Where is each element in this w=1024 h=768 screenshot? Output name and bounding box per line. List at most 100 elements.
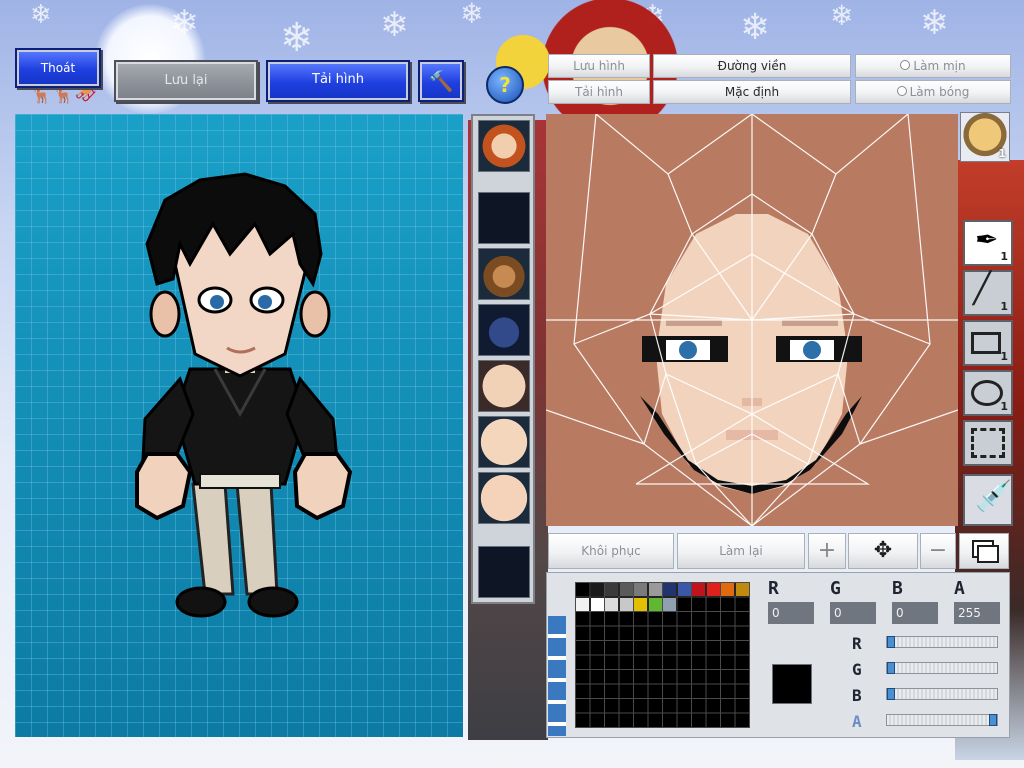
face-editor-canvas[interactable] [546, 114, 958, 526]
green-slider-handle[interactable] [887, 662, 895, 674]
color-swatch[interactable] [677, 583, 691, 596]
rectangle-tool-count: 1 [1000, 350, 1008, 363]
eyedropper-tool-button[interactable]: 💉 [963, 474, 1013, 526]
color-swatch[interactable] [735, 583, 749, 596]
thumbnail-hair[interactable] [478, 120, 530, 172]
snowflake-icon: ❄ [30, 0, 52, 30]
color-swatch[interactable] [619, 583, 633, 596]
red-channel-label: R [768, 578, 779, 599]
snowflake-icon: ❄ [460, 0, 484, 30]
ellipse-icon [971, 380, 1003, 406]
color-swatch[interactable] [706, 583, 720, 596]
color-swatch[interactable] [590, 597, 604, 611]
shine-button[interactable]: Làm bóng [855, 80, 1011, 104]
thumbnail-mask[interactable] [478, 248, 530, 300]
ellipse-tool-count: 1 [1000, 400, 1008, 413]
exit-button[interactable]: Thoát [15, 48, 101, 88]
radio-icon [900, 60, 911, 70]
hammer-button[interactable]: 🔨 [418, 60, 464, 102]
reload-button[interactable]: Tải hình [266, 60, 410, 102]
zoom-in-button[interactable]: + [808, 533, 846, 569]
blue-slider[interactable] [886, 688, 998, 700]
green-channel-label: G [830, 578, 841, 599]
color-swatch[interactable] [605, 583, 618, 596]
red-slider-handle[interactable] [887, 636, 895, 648]
color-swatch-grid[interactable] [575, 582, 750, 728]
help-icon: ? [499, 73, 511, 97]
color-swatch[interactable] [576, 583, 589, 596]
green-slider[interactable] [886, 662, 998, 674]
thumbnail-empty[interactable] [478, 546, 530, 598]
part-thumbnail-strip [471, 114, 535, 604]
ellipse-tool-button[interactable]: 1 [963, 370, 1013, 416]
face-texture-drawing [546, 114, 958, 526]
red-slider-label: R [852, 634, 862, 653]
blue-slider-handle[interactable] [887, 688, 895, 700]
thumbnail-eyes[interactable] [478, 360, 530, 412]
sleigh-silhouette-icon: 🦌🦌🛷 [30, 84, 98, 105]
help-button[interactable]: ? [486, 66, 524, 104]
color-swatch[interactable] [692, 583, 705, 596]
pen-tool-count: 1 [1000, 250, 1008, 263]
rectangle-tool-button[interactable]: 1 [963, 320, 1013, 366]
line-tool-button[interactable]: ╱ 1 [963, 270, 1013, 316]
shine-label: Làm bóng [909, 85, 970, 99]
color-swatch[interactable] [576, 597, 589, 611]
smooth-button[interactable]: Làm mịn [855, 54, 1011, 78]
radio-icon [896, 86, 907, 96]
hammer-icon: 🔨 [428, 69, 454, 93]
thumbnail-mouth[interactable] [478, 472, 530, 524]
green-value-field[interactable]: 0 [830, 602, 876, 624]
save-image-button[interactable]: Lưu hình [548, 54, 650, 78]
color-swatch[interactable] [721, 583, 734, 596]
character-badge[interactable]: 1 [960, 112, 1010, 162]
alpha-slider-label: A [852, 712, 862, 731]
layer-button[interactable] [959, 533, 1009, 569]
save-button[interactable]: Lưu lại [114, 60, 258, 102]
marquee-select-icon [971, 428, 1005, 458]
select-tool-button[interactable] [963, 420, 1013, 466]
default-button[interactable]: Mặc định [653, 80, 851, 104]
move-button[interactable]: ✥ [848, 533, 918, 569]
smooth-label: Làm mịn [913, 59, 966, 73]
color-swatch[interactable] [663, 597, 676, 611]
alpha-value-field[interactable]: 255 [954, 602, 1000, 624]
restore-button[interactable]: Khôi phục [548, 533, 674, 569]
snowflake-icon: ❄ [830, 0, 854, 32]
alpha-channel-label: A [954, 578, 965, 599]
outline-button[interactable]: Đường viền [653, 54, 851, 78]
color-swatch[interactable] [634, 597, 647, 611]
palette-page-tabs[interactable] [548, 616, 566, 736]
snowflake-icon: ❄ [380, 5, 409, 45]
color-swatch[interactable] [648, 597, 662, 611]
line-icon: ╱ [973, 271, 992, 306]
color-swatch[interactable] [590, 583, 604, 596]
color-swatch[interactable] [648, 583, 662, 596]
zoom-out-button[interactable]: − [920, 533, 956, 569]
green-slider-label: G [852, 660, 862, 679]
layers-icon-back [977, 545, 999, 563]
thumbnail-face[interactable] [478, 416, 530, 468]
blue-channel-label: B [892, 578, 903, 599]
snowflake-icon: ❄ [920, 3, 949, 43]
pen-icon: ✒ [975, 223, 999, 256]
blue-value-field[interactable]: 0 [892, 602, 938, 624]
red-slider[interactable] [886, 636, 998, 648]
color-swatch[interactable] [634, 583, 647, 596]
thumbnail-outfit[interactable] [478, 304, 530, 356]
character-avatar [135, 172, 353, 618]
load-image-button[interactable]: Tải hình [548, 80, 650, 104]
pen-tool-button[interactable]: ✒ 1 [963, 220, 1013, 266]
eyedropper-icon: 💉 [975, 479, 1013, 514]
color-swatch[interactable] [663, 583, 676, 596]
alpha-slider[interactable] [886, 714, 998, 726]
color-swatch[interactable] [619, 597, 633, 611]
red-value-field[interactable]: 0 [768, 602, 814, 624]
line-tool-count: 1 [1000, 300, 1008, 313]
snowflake-icon: ❄ [280, 15, 314, 61]
color-swatch[interactable] [605, 597, 618, 611]
rectangle-icon [971, 332, 1001, 354]
redo-button[interactable]: Làm lại [677, 533, 805, 569]
thumbnail-empty[interactable] [478, 192, 530, 244]
alpha-slider-handle[interactable] [989, 714, 997, 726]
